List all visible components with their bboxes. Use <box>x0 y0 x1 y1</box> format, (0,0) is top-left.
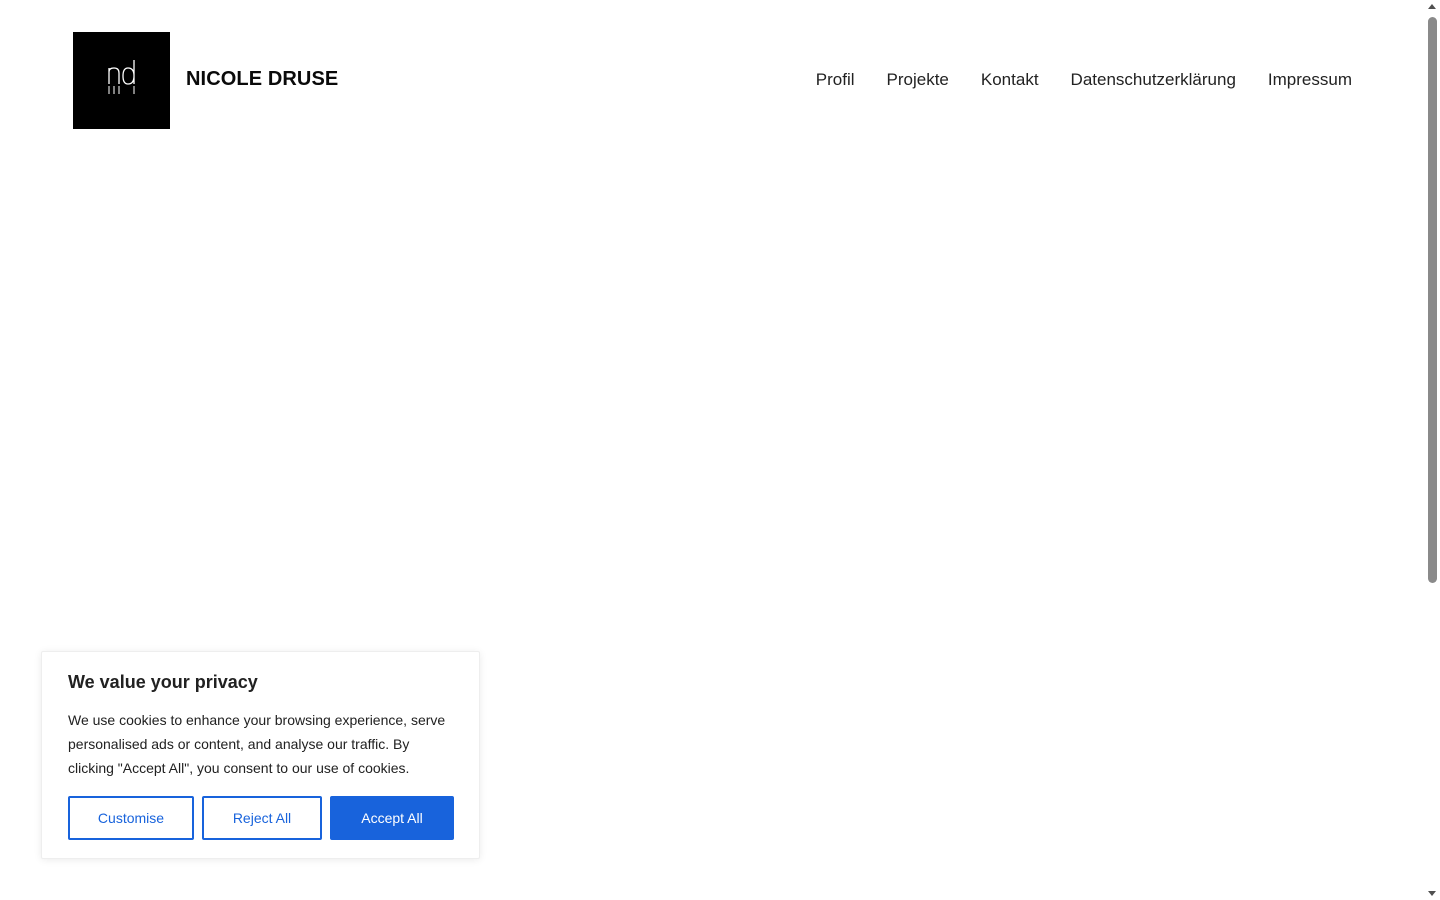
nav-item-profil[interactable]: Profil <box>816 70 855 90</box>
site-title[interactable]: NICOLE DRUSE <box>186 68 338 91</box>
nav-item-projekte[interactable]: Projekte <box>887 70 949 90</box>
cookie-banner-buttons: Customise Reject All Accept All <box>68 796 454 840</box>
customise-button[interactable]: Customise <box>68 796 194 840</box>
cookie-banner-title: We value your privacy <box>68 672 258 692</box>
cookie-banner-text: We use cookies to enhance your browsing … <box>68 712 446 776</box>
nav-item-kontakt[interactable]: Kontakt <box>981 70 1039 90</box>
site-header: NICOLE DRUSE Profil Projekte Kontakt Dat… <box>0 0 1425 160</box>
reject-all-button[interactable]: Reject All <box>202 796 322 840</box>
main-nav: Profil Projekte Kontakt Datenschutzerklä… <box>816 70 1352 90</box>
page-scrollbar[interactable] <box>1425 0 1440 900</box>
logo-nd-icon <box>108 60 135 94</box>
accept-all-button[interactable]: Accept All <box>330 796 454 840</box>
site-logo[interactable] <box>73 32 170 129</box>
cookie-consent-banner: We value your privacy We use cookies to … <box>41 651 480 859</box>
page: NICOLE DRUSE Profil Projekte Kontakt Dat… <box>0 0 1440 900</box>
scroll-up-arrow-icon[interactable] <box>1428 4 1436 9</box>
scroll-thumb[interactable] <box>1428 17 1437 583</box>
scroll-down-arrow-icon[interactable] <box>1428 891 1436 896</box>
nav-item-impressum[interactable]: Impressum <box>1268 70 1352 90</box>
nav-item-datenschutzerklaerung[interactable]: Datenschutzerklärung <box>1071 70 1236 90</box>
